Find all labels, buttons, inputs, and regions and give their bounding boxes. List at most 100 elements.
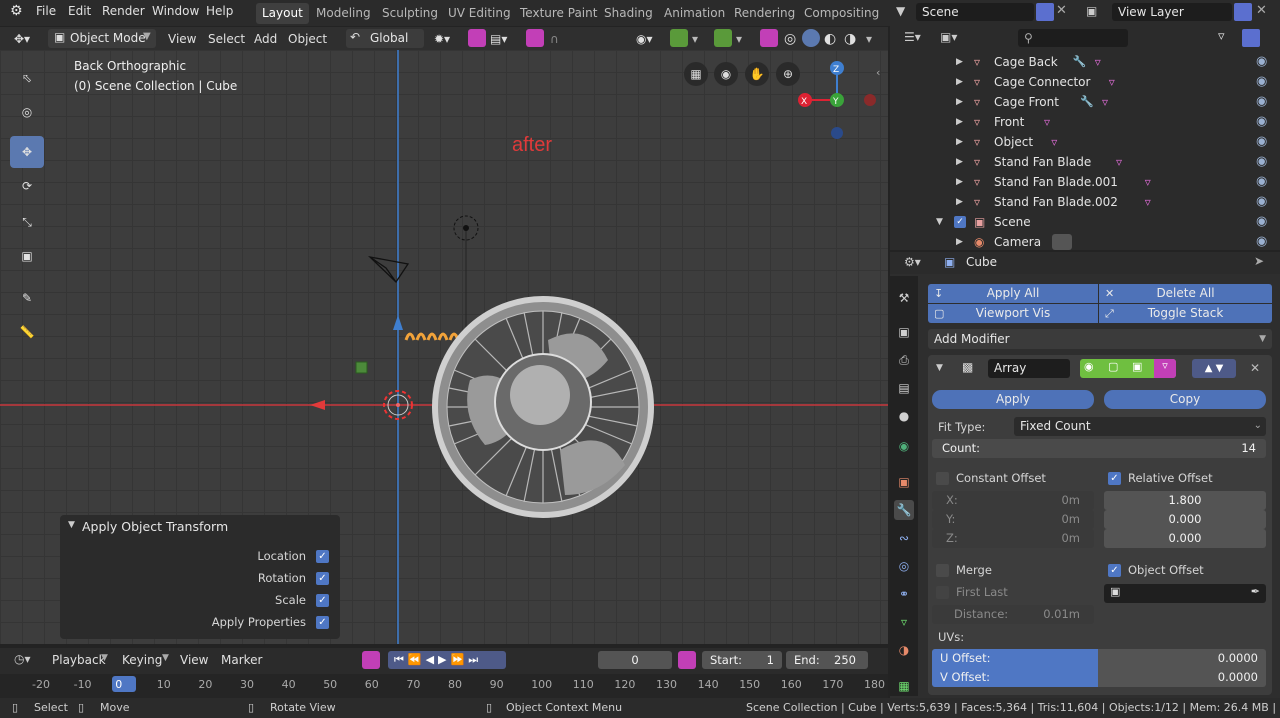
remove-modifier-icon[interactable]: ✕ bbox=[1250, 361, 1260, 375]
auto-key-icon[interactable] bbox=[362, 651, 380, 669]
snap-icon[interactable] bbox=[468, 29, 486, 47]
material-tab-icon[interactable]: ◑ bbox=[894, 640, 914, 660]
playback-chevron-icon[interactable]: ▼ bbox=[101, 653, 108, 663]
preview-range-icon[interactable] bbox=[678, 651, 696, 669]
tab-shading[interactable]: Shading bbox=[598, 3, 659, 24]
falloff-icon[interactable]: ∩ bbox=[550, 31, 559, 47]
eye-icon[interactable]: ◉ bbox=[1256, 175, 1270, 189]
mesh-data-icon[interactable]: ▿ bbox=[1116, 152, 1122, 172]
menu-render[interactable]: Render bbox=[102, 4, 145, 18]
select-box-icon[interactable]: ⬁ bbox=[10, 62, 44, 94]
eye-icon[interactable]: ◉ bbox=[1256, 155, 1270, 169]
modifier-tab-icon[interactable]: 🔧 bbox=[894, 500, 914, 520]
expand-arrow-icon[interactable]: ▶ bbox=[956, 52, 963, 72]
scale-checkbox[interactable]: ✓ bbox=[316, 594, 329, 607]
add-modifier-select[interactable]: Add Modifier ▼ bbox=[928, 329, 1272, 349]
eye-icon[interactable]: ◉ bbox=[1256, 235, 1270, 249]
current-frame-field[interactable]: 0 bbox=[598, 651, 672, 669]
constant-x-field[interactable]: X: 0m bbox=[932, 491, 1094, 510]
eye-icon[interactable]: ◉ bbox=[1256, 135, 1270, 149]
camera-data-icon[interactable] bbox=[1052, 234, 1072, 250]
relative-z-field[interactable]: 0.000 bbox=[1104, 529, 1266, 548]
start-frame-field[interactable]: Start: 1 bbox=[702, 651, 782, 669]
mesh-data-icon[interactable]: ▿ bbox=[1102, 92, 1108, 112]
transform-tool-icon[interactable]: ▣ bbox=[10, 240, 44, 272]
tab-modeling[interactable]: Modeling bbox=[310, 3, 377, 24]
apply-all-button[interactable]: ↧ Apply All bbox=[928, 284, 1098, 303]
gizmo-dropdown-icon[interactable]: ▾ bbox=[692, 31, 698, 47]
modifier-visibility-toggles[interactable]: ◉ ▢ ▣ ▿ bbox=[1080, 359, 1176, 378]
constant-z-field[interactable]: Z: 0m bbox=[932, 529, 1094, 548]
move-up-down-icon[interactable]: ▲ ▼ bbox=[1192, 359, 1236, 378]
location-checkbox[interactable]: ✓ bbox=[316, 550, 329, 563]
modifier-icon[interactable]: 🔧 bbox=[1080, 92, 1094, 112]
menu-timeline-view[interactable]: View bbox=[180, 652, 208, 668]
menu-add[interactable]: Add bbox=[254, 31, 277, 47]
outliner-row[interactable]: ▶ ▿ Front ◉ ▿ bbox=[890, 112, 1280, 132]
menu-marker[interactable]: Marker bbox=[221, 652, 262, 668]
outliner-row-camera[interactable]: ▶ ◉ Camera ◉ bbox=[890, 232, 1280, 252]
menu-playback[interactable]: Playback bbox=[52, 652, 106, 668]
tab-texture-paint[interactable]: Texture Paint bbox=[514, 3, 603, 24]
relative-offset-checkbox[interactable]: ✓ bbox=[1108, 472, 1121, 485]
pin-icon[interactable]: ➤ bbox=[1254, 254, 1264, 268]
expand-arrow-icon[interactable]: ▼ bbox=[936, 212, 943, 232]
modifier-icon[interactable]: 🔧 bbox=[1073, 52, 1087, 72]
apply-button[interactable]: Apply bbox=[932, 390, 1094, 409]
tab-layout[interactable]: Layout bbox=[256, 3, 309, 24]
editmode-icon[interactable]: ▣ bbox=[1132, 360, 1142, 373]
new-collection-icon[interactable] bbox=[1242, 29, 1260, 47]
camera-view-icon[interactable]: ◉ bbox=[714, 62, 738, 86]
keying-chevron-icon[interactable]: ▼ bbox=[162, 653, 169, 663]
tab-compositing[interactable]: Compositing bbox=[798, 3, 885, 24]
menu-keying[interactable]: Keying bbox=[122, 652, 162, 668]
relative-y-field[interactable]: 0.000 bbox=[1104, 510, 1266, 529]
render-icon[interactable]: ◉ bbox=[1084, 360, 1094, 373]
outliner-row[interactable]: ▶ ▿ Cage Connector ◉ ▿ bbox=[890, 72, 1280, 92]
outliner-row[interactable]: ▶ ▿ Cage Front ◉ 🔧 ▿ bbox=[890, 92, 1280, 112]
timeline-ruler[interactable]: -20 -10 0 10 20 30 40 50 60 70 80 90 100 110 120 130 140… bbox=[0, 674, 888, 698]
cursor-tool-icon[interactable]: ◎ bbox=[10, 96, 44, 128]
rendered-shading-icon[interactable]: ◑ bbox=[844, 31, 856, 47]
menu-object[interactable]: Object bbox=[288, 31, 327, 47]
viewport-vis-button[interactable]: ▢ Viewport Vis bbox=[928, 304, 1098, 323]
expand-arrow-icon[interactable]: ▶ bbox=[956, 92, 963, 112]
delete-view-layer-icon[interactable]: ✕ bbox=[1256, 3, 1267, 18]
panel-title[interactable]: Apply Object Transform bbox=[82, 519, 228, 534]
texture-tab-icon[interactable]: ▦ bbox=[894, 676, 914, 696]
mode-select[interactable]: ▣ Object Mode ▼ bbox=[48, 29, 156, 48]
collapse-icon[interactable]: ▼ bbox=[68, 520, 75, 530]
constant-y-field[interactable]: Y: 0m bbox=[932, 510, 1094, 529]
mesh-data-icon[interactable]: ▿ bbox=[1109, 72, 1115, 92]
outliner-editor-icon[interactable]: ☰▾ bbox=[904, 30, 921, 44]
outliner-search-input[interactable]: ⚲ bbox=[1018, 29, 1128, 47]
mesh-data-icon[interactable]: ▿ bbox=[1044, 112, 1050, 132]
annotate-tool-icon[interactable]: ✎ bbox=[10, 282, 44, 314]
fit-type-select[interactable]: Fixed Count ⌄ bbox=[1014, 417, 1266, 436]
menu-help[interactable]: Help bbox=[206, 4, 233, 18]
tool-tab-icon[interactable]: ⚒ bbox=[894, 288, 914, 308]
end-frame-field[interactable]: End: 250 bbox=[786, 651, 868, 669]
gizmo-icon[interactable] bbox=[670, 29, 688, 47]
wireframe-shading-icon[interactable]: ◎ bbox=[784, 31, 796, 47]
object-tab-icon[interactable]: ▣ bbox=[894, 472, 914, 492]
properties-editor-icon[interactable]: ⚙▾ bbox=[904, 255, 921, 269]
scene-field[interactable]: Scene bbox=[916, 3, 1034, 21]
pan-hand-icon[interactable]: ✋ bbox=[745, 62, 769, 86]
mesh-data-icon[interactable]: ▿ bbox=[1095, 52, 1101, 72]
material-shading-icon[interactable]: ◐ bbox=[824, 31, 836, 47]
expand-arrow-icon[interactable]: ▶ bbox=[956, 72, 963, 92]
shading-dropdown-icon[interactable]: ▾ bbox=[866, 31, 872, 47]
v-offset-field[interactable]: V Offset: 0.0000 bbox=[932, 668, 1266, 687]
mesh-data-icon[interactable]: ▿ bbox=[1051, 132, 1057, 152]
menu-window[interactable]: Window bbox=[152, 4, 199, 18]
copy-button[interactable]: Copy bbox=[1104, 390, 1266, 409]
collapse-icon[interactable]: ▼ bbox=[936, 363, 943, 373]
eye-icon[interactable]: ◉ bbox=[1256, 195, 1270, 209]
view-layer-icon[interactable]: ▣ bbox=[1086, 4, 1097, 18]
object-offset-checkbox[interactable]: ✓ bbox=[1108, 564, 1121, 577]
tab-sculpting[interactable]: Sculpting bbox=[376, 3, 444, 24]
toggle-stack-button[interactable]: ⤢ Toggle Stack bbox=[1099, 304, 1272, 323]
offset-object-field[interactable]: ▣ ✒ bbox=[1104, 584, 1266, 603]
menu-select[interactable]: Select bbox=[208, 31, 245, 47]
